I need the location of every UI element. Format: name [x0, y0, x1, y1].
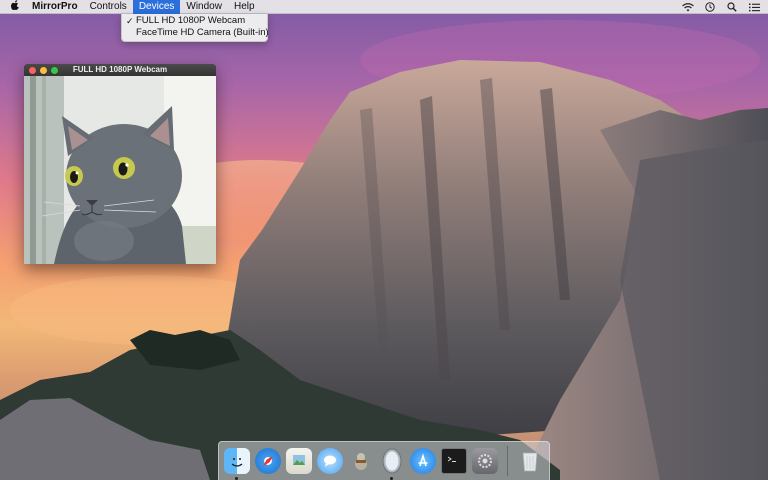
- terminal-icon[interactable]: [441, 448, 467, 474]
- finder-icon[interactable]: [224, 448, 250, 480]
- status-area: [682, 0, 760, 14]
- app-store-icon[interactable]: [410, 448, 436, 474]
- apple-logo-glyph: [10, 0, 19, 11]
- devices-dropdown-menu: ✓ FULL HD 1080P Webcam FaceTime HD Camer…: [121, 14, 269, 42]
- clock-icon[interactable]: [704, 2, 716, 13]
- webcam-video-feed: [24, 76, 216, 264]
- menu-help[interactable]: Help: [228, 0, 261, 14]
- menu-controls[interactable]: Controls: [84, 0, 133, 14]
- messages-icon[interactable]: [317, 448, 343, 474]
- device-option-label: FULL HD 1080P Webcam: [136, 15, 246, 26]
- system-preferences-icon[interactable]: [472, 448, 498, 474]
- window-title: FULL HD 1080P Webcam: [72, 65, 168, 74]
- automator-icon[interactable]: [348, 448, 374, 474]
- wifi-icon[interactable]: [682, 2, 694, 13]
- webcam-window: FULL HD 1080P Webcam: [24, 64, 216, 264]
- cat-video-frame: [24, 76, 216, 264]
- safari-icon[interactable]: [255, 448, 281, 474]
- apple-icon[interactable]: [0, 0, 30, 13]
- menu-devices[interactable]: Devices: [132, 0, 181, 14]
- search-icon[interactable]: [726, 2, 738, 13]
- dock-separator: [507, 446, 508, 476]
- preview-icon[interactable]: [286, 448, 312, 474]
- menu-bar: MirrorPro Controls Devices Window Help: [0, 0, 768, 14]
- menu-window[interactable]: Window: [180, 0, 228, 14]
- list-icon[interactable]: [748, 2, 760, 13]
- window-titlebar[interactable]: FULL HD 1080P Webcam: [24, 64, 216, 76]
- trash-icon[interactable]: [517, 448, 543, 474]
- mirrorpro-icon[interactable]: [379, 448, 405, 480]
- device-option-full-hd-webcam[interactable]: ✓ FULL HD 1080P Webcam: [122, 15, 267, 27]
- dock: [218, 441, 550, 480]
- checkmark-icon: ✓: [126, 16, 134, 26]
- device-option-label: FaceTime HD Camera (Built-in): [136, 27, 269, 38]
- device-option-facetime-camera[interactable]: FaceTime HD Camera (Built-in): [122, 27, 269, 39]
- menu-app-name[interactable]: MirrorPro: [30, 0, 84, 14]
